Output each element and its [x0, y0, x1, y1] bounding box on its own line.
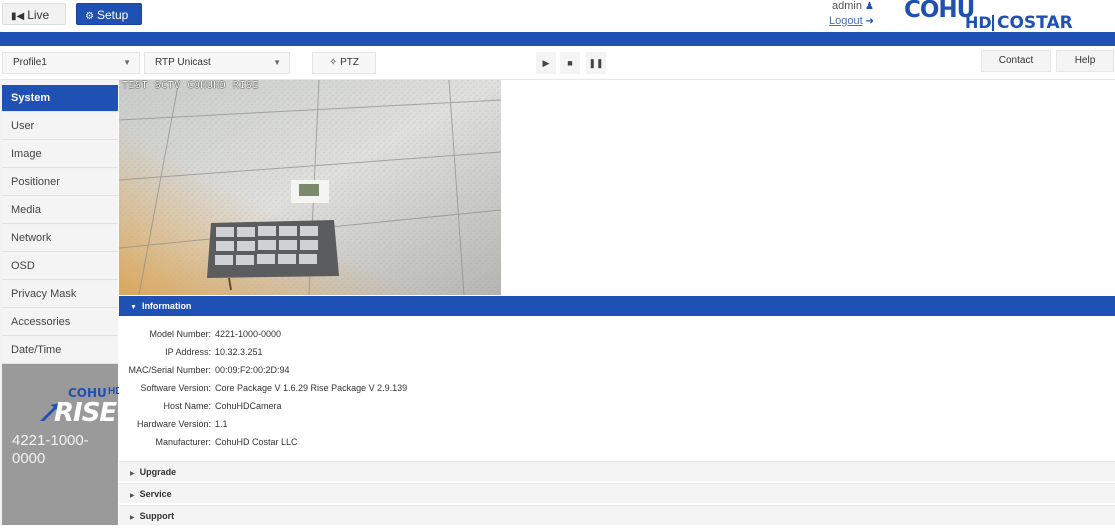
sidebar-item-osd[interactable]: OSD: [2, 253, 118, 280]
video-camera-icon: ▮◀: [11, 11, 25, 22]
sidebar-item-network[interactable]: Network: [2, 225, 118, 252]
info-row-mac-serial: MAC/Serial Number: 00:09:F2:00:2D:94: [128, 365, 290, 375]
logo-costar-text: COSTAR: [992, 15, 1073, 32]
logo-cohu-text: COHU: [904, 0, 975, 23]
info-row-hardware-version: Hardware Version: 1.1: [136, 419, 228, 429]
sidebar-item-positioner[interactable]: Positioner: [2, 169, 118, 196]
osd-overlay-text: TEST SCTV COHUHD RISE: [122, 80, 259, 91]
sidebar: System User Image Positioner Media Netwo…: [0, 80, 122, 525]
help-button[interactable]: Help: [1056, 50, 1114, 72]
header-band: [0, 32, 1115, 46]
contact-button[interactable]: Contact: [981, 50, 1051, 72]
sidebar-item-image[interactable]: Image: [2, 141, 118, 168]
user-name: admin ♟: [832, 0, 874, 12]
sidebar-item-privacy-mask[interactable]: Privacy Mask: [2, 281, 118, 308]
live-label: Live: [27, 8, 50, 22]
control-row: Profile1 ▼ RTP Unicast ▼ ✧ PTZ ▶ ■ ❚❚ Co…: [0, 46, 1115, 80]
play-button[interactable]: ▶: [536, 52, 556, 74]
pause-button[interactable]: ❚❚: [586, 52, 606, 74]
live-button[interactable]: ▮◀ Live: [2, 3, 66, 25]
logo-hd-text: HD: [965, 13, 992, 32]
ptz-button[interactable]: ✧ PTZ: [312, 52, 376, 74]
logout-icon: ➜: [865, 16, 875, 27]
support-section-header[interactable]: ▶ Support: [119, 505, 1115, 525]
chevron-down-icon: ▼: [123, 58, 131, 67]
live-video-feed[interactable]: TEST SCTV COHUHD RISE: [119, 80, 501, 295]
chevron-down-icon: ▼: [130, 304, 137, 311]
sidebar-item-system[interactable]: System: [2, 85, 118, 112]
sidebar-item-user[interactable]: User: [2, 113, 118, 140]
setup-label: Setup: [96, 8, 129, 22]
stop-button[interactable]: ■: [560, 52, 580, 74]
ptz-icon: ✧: [328, 57, 338, 68]
pause-icon: ❚❚: [588, 58, 604, 68]
upgrade-section-header[interactable]: ▶ Upgrade: [119, 461, 1115, 481]
info-row-ip-address: IP Address: 10.32.3.251: [165, 347, 263, 357]
user-icon: ♟: [864, 1, 874, 12]
information-panel: Model Number: 4221-1000-0000 IP Address:…: [119, 316, 1115, 461]
info-row-manufacturer: Manufacturer: CohuHD Costar LLC: [155, 437, 298, 447]
info-row-host-name: Host Name: CohuHDCamera: [163, 401, 282, 411]
service-section-header[interactable]: ▶ Service: [119, 483, 1115, 503]
profile-select[interactable]: Profile1 ▼: [2, 52, 140, 74]
stream-type-select[interactable]: RTP Unicast ▼: [144, 52, 290, 74]
cohu-hd-costar-logo: COHU HD COSTAR: [904, 0, 1104, 32]
information-section-header[interactable]: ▼ Information: [119, 296, 1115, 316]
sidebar-item-media[interactable]: Media: [2, 197, 118, 224]
stop-icon: ■: [567, 58, 573, 68]
camera-view-image: [119, 80, 501, 295]
logout-link[interactable]: Logout ➜: [829, 15, 874, 27]
setup-button[interactable]: ⚙ Setup: [76, 3, 142, 25]
chevron-down-icon: ▼: [273, 58, 281, 67]
gear-icon: ⚙: [85, 11, 94, 22]
chevron-right-icon: ▶: [130, 493, 135, 499]
chevron-right-icon: ▶: [130, 471, 135, 477]
chevron-right-icon: ▶: [130, 515, 135, 521]
play-icon: ▶: [542, 58, 550, 68]
info-row-model-number: Model Number: 4221-1000-0000: [149, 329, 282, 339]
top-bar: ▮◀ Live ⚙ Setup admin ♟ Logout ➜ COHU HD COS…: [0, 0, 1115, 32]
info-row-software-version: Software Version: Core Package V 1.6.29 …: [140, 383, 408, 393]
